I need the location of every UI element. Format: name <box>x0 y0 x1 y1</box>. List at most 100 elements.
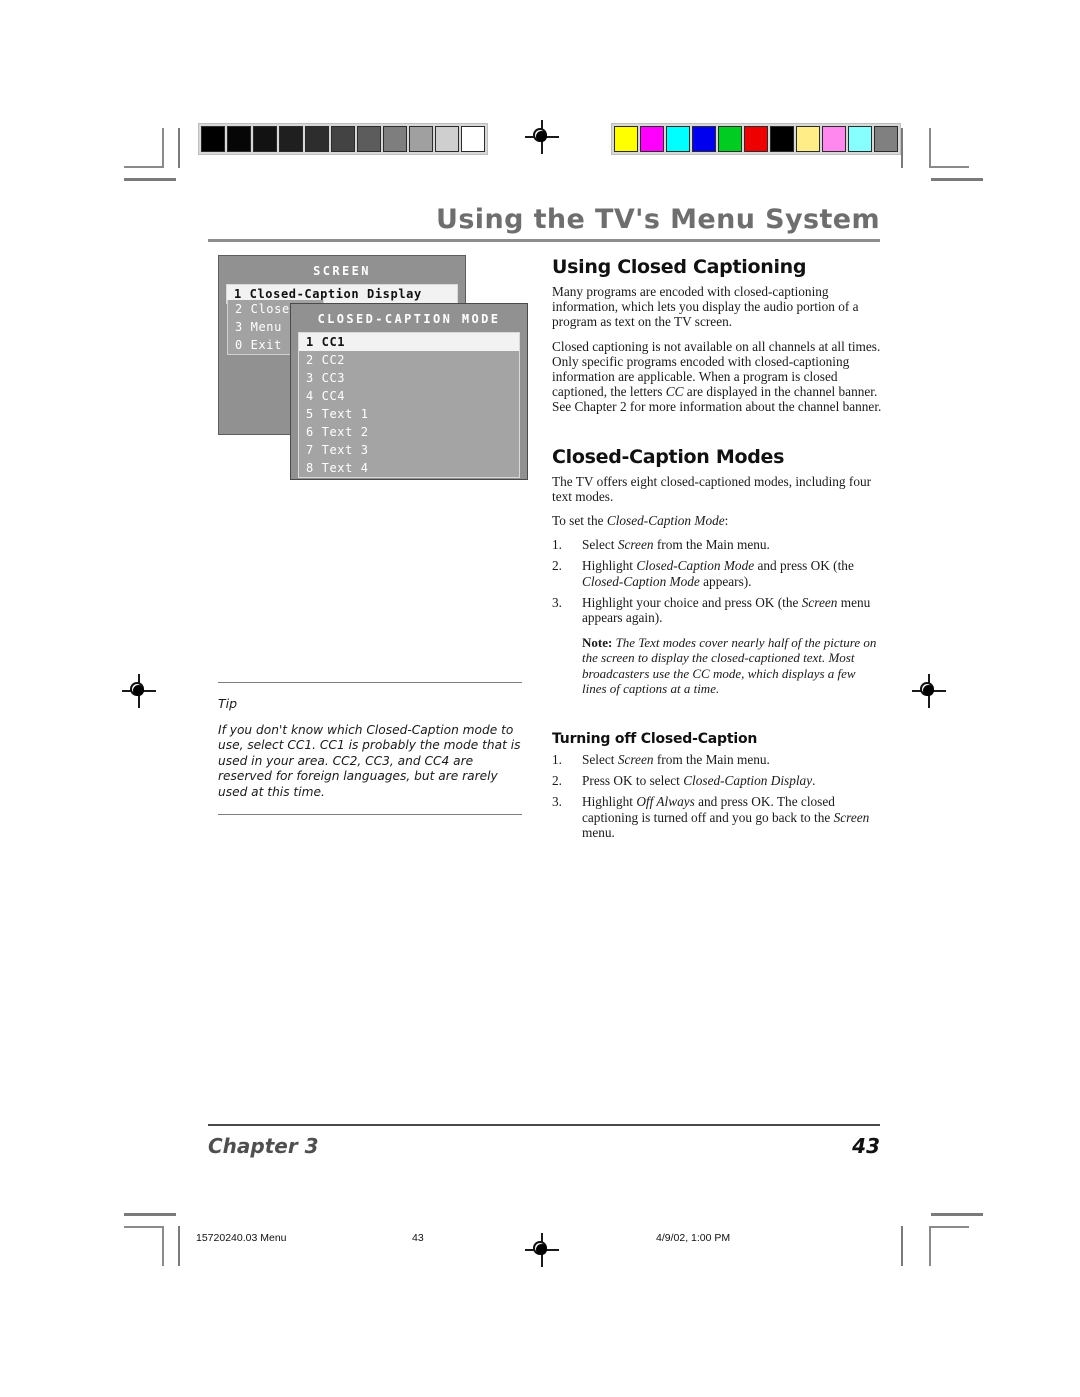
step-text-c: appears). <box>699 573 752 589</box>
slug-file-name: 15720240.03 Menu <box>196 1232 287 1244</box>
calibration-swatch-10 <box>461 126 485 152</box>
registration-dot <box>536 1244 547 1255</box>
crop-rule-bottom-left <box>124 1213 176 1216</box>
paragraph-intro-1: Many programs are encoded with closed-ca… <box>552 284 859 330</box>
crop-mark-bottom-right <box>929 1226 969 1266</box>
step-text-b: . <box>812 773 816 789</box>
calibration-swatch-0 <box>201 126 225 152</box>
calibration-swatch-4 <box>305 126 329 152</box>
list-item: 2. Highlight Closed-Caption Mode and pres… <box>552 558 882 588</box>
calibration-swatch-10 <box>874 126 898 152</box>
step-text-a: Select <box>582 752 618 768</box>
tip-box: Tip If you don't know which Closed-Capti… <box>218 682 522 816</box>
calibration-swatch-9 <box>435 126 459 152</box>
step-number: 3. <box>552 794 562 810</box>
list-item: 3. Highlight your choice and press OK (th… <box>552 595 882 625</box>
step-text-b: from the Main menu. <box>653 537 770 553</box>
crop-tick-top-right <box>901 128 903 168</box>
crop-mark-top-right <box>929 128 969 168</box>
paragraph-modes-2-em: Closed-Caption Mode <box>606 513 725 529</box>
page-header: Using the TV's Menu System <box>208 205 880 243</box>
footer-chapter: Chapter 3 <box>208 1134 319 1158</box>
step-text-a: Highlight <box>582 794 637 810</box>
osd-cc-item-cc1[interactable]: 1 CC1 <box>299 333 519 351</box>
note-label: Note: <box>582 635 613 651</box>
step-text-em: Off Always <box>636 794 695 810</box>
osd-cc-item-cc4[interactable]: 4 CC4 <box>299 387 519 405</box>
color-calibration-bar <box>611 123 901 155</box>
footer-row: Chapter 3 43 <box>208 1134 880 1158</box>
footer-page-number: 43 <box>852 1134 880 1158</box>
main-text-column: Using Closed Captioning Many programs ar… <box>552 256 882 846</box>
heading-closed-caption-modes: Closed-Caption Modes <box>552 445 785 468</box>
tip-rule-bottom <box>218 814 522 816</box>
step-text-em: Closed-Caption Display <box>683 773 813 789</box>
registration-dot <box>133 685 144 696</box>
calibration-swatch-0 <box>614 126 638 152</box>
step-text-em2: Closed-Caption Mode <box>582 573 700 589</box>
crop-tick-bottom-right <box>901 1226 903 1266</box>
heading-turning-off-closed-caption: Turning off Closed-Caption <box>552 731 758 748</box>
osd-cc-mode-list: 1 CC1 2 CC2 3 CC3 4 CC4 5 Text 1 6 Text … <box>298 332 520 478</box>
crop-rule-top-left <box>124 178 176 181</box>
osd-cc-item-text1[interactable]: 5 Text 1 <box>299 405 519 423</box>
crop-mark-top-left <box>124 128 164 168</box>
registration-mark-bottom-center <box>525 1233 559 1267</box>
osd-cc-item-text2[interactable]: 6 Text 2 <box>299 423 519 441</box>
calibration-swatch-9 <box>848 126 872 152</box>
osd-cc-item-cc2[interactable]: 2 CC2 <box>299 351 519 369</box>
step-text-c: menu. <box>582 824 615 840</box>
calibration-swatch-4 <box>718 126 742 152</box>
paragraph-modes-2-b: : <box>724 513 729 529</box>
calibration-swatch-5 <box>744 126 768 152</box>
paragraph-modes-2: To set the Closed-Caption Mode: <box>552 513 882 528</box>
calibration-swatch-2 <box>253 126 277 152</box>
step-text-em: Screen <box>617 752 654 768</box>
step-text-b: from the Main menu. <box>653 752 770 768</box>
note-text-modes: Note: The Text modes cover nearly half o… <box>582 635 882 696</box>
steps-set-cc-mode: 1. Select Screen from the Main menu. 2. Hi… <box>552 537 882 625</box>
steps-turn-off-cc: 1. Select Screen from the Main menu. 2. Pr… <box>552 752 882 840</box>
tip-label: Tip <box>218 696 238 711</box>
osd-cc-item-text3[interactable]: 7 Text 3 <box>299 441 519 459</box>
step-number: 1. <box>552 537 562 553</box>
step-text-a: Select <box>582 537 618 553</box>
osd-cc-mode-panel: CLOSED-CAPTION MODE 1 CC1 2 CC2 3 CC3 4 … <box>290 303 528 480</box>
registration-mark-top-center <box>525 120 559 154</box>
registration-mark-right-middle <box>912 674 946 708</box>
calibration-swatch-1 <box>227 126 251 152</box>
page-footer: Chapter 3 43 <box>208 1124 880 1158</box>
list-item: 3. Highlight Off Always and press OK. The… <box>552 794 882 840</box>
list-item: 1. Select Screen from the Main menu. <box>552 537 882 552</box>
slug-timestamp: 4/9/02, 1:00 PM <box>656 1232 731 1244</box>
calibration-swatch-6 <box>357 126 381 152</box>
crop-rule-bottom-right <box>931 1213 983 1216</box>
osd-screen-title: SCREEN <box>313 264 371 278</box>
osd-cc-item-cc3[interactable]: 3 CC3 <box>299 369 519 387</box>
calibration-swatch-3 <box>692 126 716 152</box>
step-number: 2. <box>552 773 562 789</box>
crop-tick-top-left <box>178 128 180 168</box>
step-text-em2: Screen <box>833 809 870 825</box>
registration-dot <box>536 131 547 142</box>
step-number: 2. <box>552 558 562 574</box>
tv-menu-illustration: SCREEN 1 Closed-Caption Display 2 Close … <box>218 255 528 480</box>
paragraph-modes-1: The TV offers eight closed-captioned mod… <box>552 473 872 504</box>
calibration-swatch-1 <box>640 126 664 152</box>
paragraph-modes-2-a: To set the <box>552 513 607 529</box>
calibration-swatch-7 <box>796 126 820 152</box>
step-text-em: Screen <box>801 594 838 610</box>
step-text-b: and press OK (the <box>754 558 854 574</box>
list-item: 1. Select Screen from the Main menu. <box>552 752 882 767</box>
osd-cc-mode-title: CLOSED-CAPTION MODE <box>317 312 501 326</box>
calibration-swatch-3 <box>279 126 303 152</box>
paragraph-intro-2: Closed captioning is not available on al… <box>552 339 882 415</box>
tip-rule-top <box>218 682 522 683</box>
calibration-swatch-6 <box>770 126 794 152</box>
step-text-a: Press OK to select <box>582 773 684 789</box>
step-text-a: Highlight <box>582 558 637 574</box>
osd-cc-item-text4[interactable]: 8 Text 4 <box>299 459 519 477</box>
grayscale-calibration-bar <box>198 123 488 155</box>
